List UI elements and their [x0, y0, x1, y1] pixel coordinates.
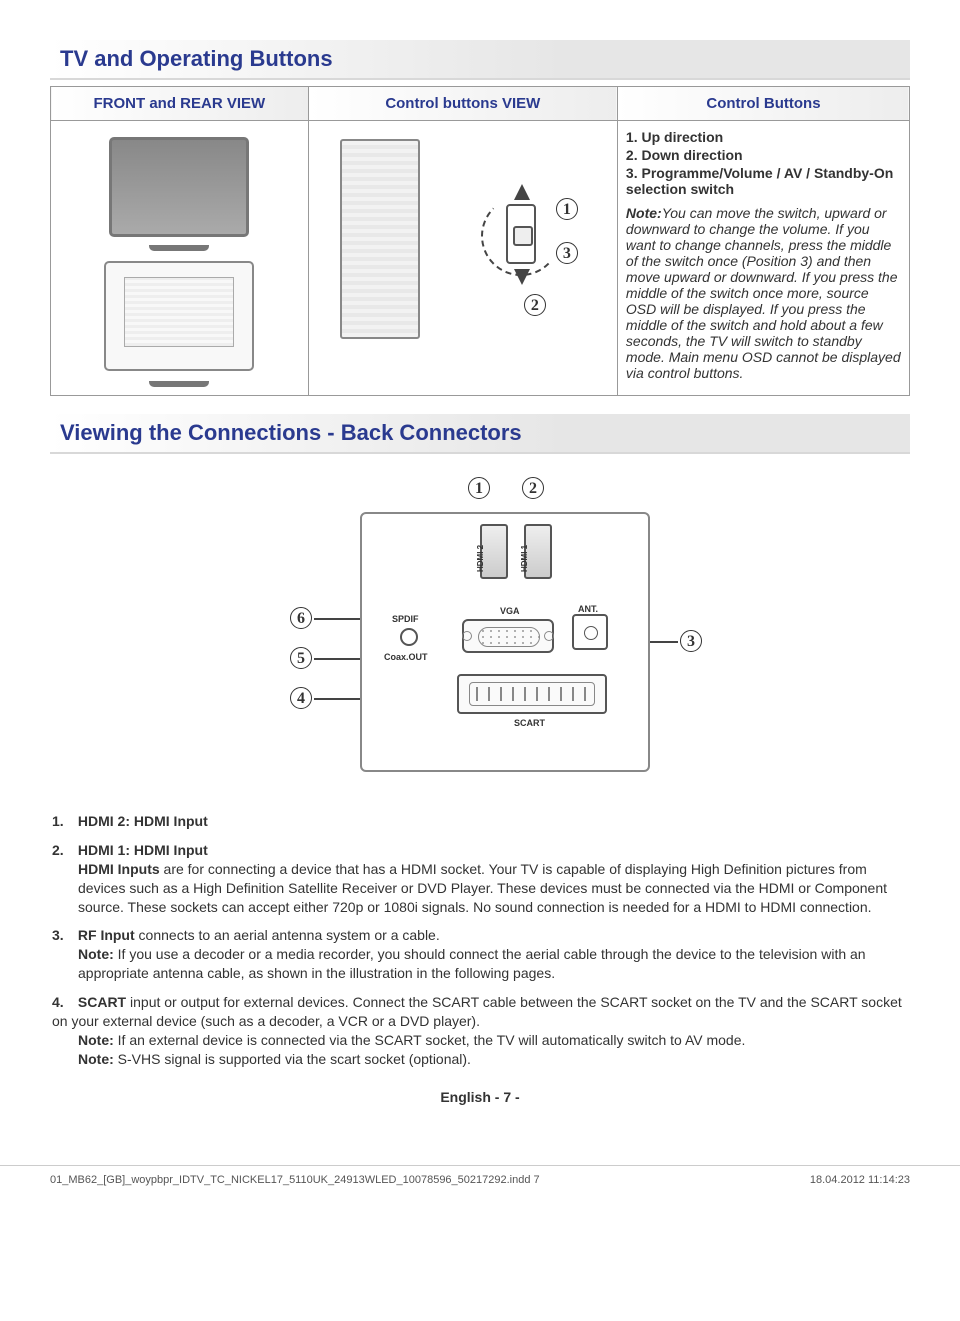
footer-right: 18.04.2012 11:14:23 — [810, 1174, 910, 1186]
li-num-2: 2. — [626, 147, 638, 163]
desc-2-body: are for connecting a device that has a H… — [78, 861, 887, 915]
switch-marker-1: 1 — [556, 198, 578, 220]
note-label: Note: — [626, 205, 662, 221]
desc-3-note: If you use a decoder or a media recorder… — [78, 946, 866, 981]
desc-2-label: HDMI 1: HDMI Input — [78, 842, 208, 858]
vga-label: VGA — [500, 606, 520, 616]
li-num-3: 3. — [626, 165, 638, 181]
vga-port-icon — [462, 619, 554, 653]
desc-3-note-label: Note: — [78, 946, 114, 962]
section-title-connectors: Viewing the Connections - Back Connector… — [50, 414, 910, 454]
connector-descriptions: 1. HDMI 2: HDMI Input 2. HDMI 1: HDMI In… — [50, 812, 910, 1069]
scart-label: SCART — [514, 718, 545, 728]
desc-4-tail: input or output for external devices. Co… — [52, 994, 902, 1029]
tv-stand-illustration-2 — [149, 381, 209, 387]
conn-marker-3: 3 — [680, 630, 702, 652]
connector-panel: HDMI 2 HDMI 1 VGA ANT. SCART SPDIF Coax.… — [360, 512, 650, 772]
tv-rear-illustration — [104, 261, 254, 371]
scart-port-icon — [457, 674, 607, 714]
desc-4-label: SCART — [78, 994, 126, 1010]
switch-diagram: 1 2 3 — [466, 154, 586, 324]
switch-marker-3: 3 — [556, 242, 578, 264]
arrow-up-icon — [514, 184, 530, 200]
conn-marker-5: 5 — [290, 647, 312, 669]
desc-4-note2: S-VHS signal is supported via the scart … — [114, 1051, 471, 1067]
tv-front-illustration — [109, 137, 249, 237]
tv-stand-illustration — [149, 245, 209, 251]
control-note: Note:You can move the switch, upward or … — [626, 205, 901, 381]
desc-3-num: 3. — [52, 926, 74, 945]
note-body-text: You can move the switch, upward or downw… — [626, 205, 901, 381]
page-footer-center: English - 7 - — [50, 1089, 910, 1105]
cell-control-buttons-desc: 1. Up direction 2. Down direction 3. Pro… — [617, 121, 909, 396]
desc-1-num: 1. — [52, 812, 74, 831]
ant-label: ANT. — [578, 604, 598, 614]
vga-screw-left-icon — [462, 631, 472, 641]
col-header-front-rear: FRONT and REAR VIEW — [92, 91, 268, 116]
desc-3-tail: connects to an aerial antenna system or … — [135, 927, 440, 943]
hdmi1-label: HDMI 1 — [520, 545, 529, 572]
desc-4-num: 4. — [52, 993, 74, 1012]
switch-marker-2: 2 — [524, 294, 546, 316]
coax-label: Coax.OUT — [384, 652, 428, 662]
section-title-tv-buttons: TV and Operating Buttons — [50, 40, 910, 80]
li-text-prog: Programme/Volume / AV / Standby-On selec… — [626, 165, 893, 197]
footer-left: 01_MB62_[GB]_woypbpr_IDTV_TC_NICKEL17_51… — [50, 1174, 540, 1186]
conn-marker-2: 2 — [522, 477, 544, 499]
antenna-port-icon — [572, 614, 608, 650]
li-num-1: 1. — [626, 129, 638, 145]
conn-marker-4: 4 — [290, 687, 312, 709]
desc-2-num: 2. — [52, 841, 74, 860]
spdif-label: SPDIF — [392, 614, 419, 624]
desc-4-note-label: Note: — [78, 1032, 114, 1048]
control-buttons-list: 1. Up direction 2. Down direction 3. Pro… — [626, 129, 901, 197]
tv-buttons-table: FRONT and REAR VIEW Control buttons VIEW… — [50, 86, 910, 396]
desc-2-bold: HDMI Inputs — [78, 861, 160, 877]
arrow-down-icon — [514, 269, 530, 285]
li-text-up: Up direction — [642, 129, 724, 145]
switch-body-icon — [506, 204, 536, 264]
cell-control-buttons-view: 1 2 3 — [308, 121, 617, 396]
hdmi2-label: HDMI 2 — [476, 545, 485, 572]
desc-1-label: HDMI 2: HDMI Input — [78, 813, 208, 829]
conn-marker-6: 6 — [290, 607, 312, 629]
desc-4-note2-label: Note: — [78, 1051, 114, 1067]
col-header-control-buttons: Control Buttons — [704, 91, 822, 116]
cell-front-rear-view — [51, 121, 309, 396]
vga-screw-right-icon — [544, 631, 554, 641]
desc-3-label: RF Input — [78, 927, 135, 943]
li-text-down: Down direction — [642, 147, 743, 163]
desc-4-note: If an external device is connected via t… — [114, 1032, 746, 1048]
connectors-diagram: 1 2 3 4 5 6 HDMI 2 HDMI 1 VGA ANT. SCART… — [230, 472, 730, 792]
col-header-control-view: Control buttons VIEW — [383, 91, 542, 116]
conn-marker-1: 1 — [468, 477, 490, 499]
spdif-port-icon — [400, 628, 418, 646]
doc-footer: 01_MB62_[GB]_woypbpr_IDTV_TC_NICKEL17_51… — [0, 1166, 960, 1200]
tv-side-panel-illustration — [340, 139, 420, 339]
